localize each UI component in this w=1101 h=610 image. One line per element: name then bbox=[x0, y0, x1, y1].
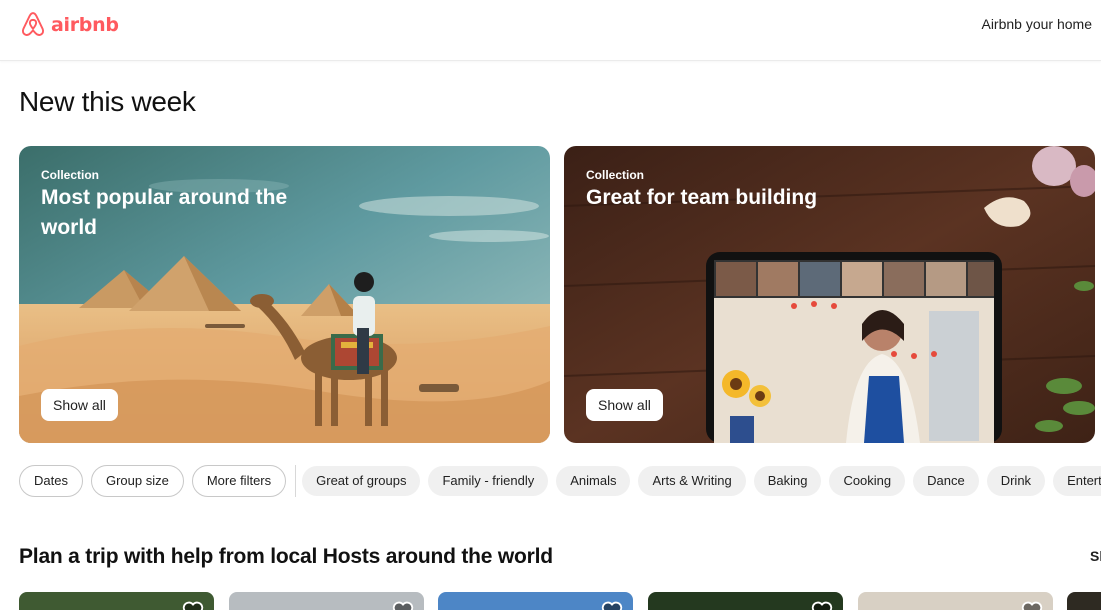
dates-filter-button[interactable]: Dates bbox=[19, 464, 83, 497]
airbnb-logo[interactable]: airbnb bbox=[19, 9, 119, 40]
filter-bar: Dates Group size More filters Great of g… bbox=[19, 464, 1101, 497]
group-size-filter-button[interactable]: Group size bbox=[90, 464, 184, 497]
category-chip[interactable]: Drink bbox=[986, 465, 1046, 496]
show-all-button[interactable]: Show all bbox=[41, 389, 118, 421]
category-chip[interactable]: Arts & Writing bbox=[638, 465, 746, 496]
category-chip[interactable]: Entertainment bbox=[1053, 465, 1101, 496]
category-chip[interactable]: Great of groups bbox=[302, 465, 421, 496]
logo-wordmark: airbnb bbox=[51, 13, 119, 36]
card-eyebrow: Collection bbox=[586, 168, 645, 182]
experience-card[interactable] bbox=[229, 592, 424, 610]
card-title: Great for team building bbox=[586, 186, 818, 209]
airbnb-your-home-link[interactable]: Airbnb your home bbox=[981, 16, 1092, 32]
heart-icon[interactable] bbox=[811, 600, 833, 610]
category-chip[interactable]: Cooking bbox=[829, 465, 906, 496]
heart-icon[interactable] bbox=[392, 600, 414, 610]
card-eyebrow: Collection bbox=[41, 168, 100, 182]
category-chip[interactable]: Baking bbox=[753, 465, 822, 496]
experience-card[interactable] bbox=[648, 592, 843, 610]
heart-icon[interactable] bbox=[1021, 600, 1043, 610]
experience-card[interactable] bbox=[19, 592, 214, 610]
heart-icon[interactable] bbox=[182, 600, 204, 610]
show-all-link[interactable]: Sh bbox=[1090, 548, 1101, 564]
category-chip[interactable]: Family - friendly bbox=[428, 465, 549, 496]
top-header: airbnb Airbnb your home bbox=[0, 0, 1101, 61]
section-title-new-this-week: New this week bbox=[19, 86, 196, 117]
experience-card[interactable] bbox=[858, 592, 1053, 610]
airbnb-logo-icon bbox=[21, 12, 45, 36]
collection-card-team-building[interactable]: Collection Great for team building Show … bbox=[564, 146, 1095, 443]
filter-divider bbox=[295, 464, 297, 497]
show-all-button[interactable]: Show all bbox=[586, 389, 663, 421]
category-chip[interactable]: Animals bbox=[556, 465, 631, 496]
collection-card-popular[interactable]: Collection Most popular around the world… bbox=[19, 146, 550, 443]
experience-card[interactable] bbox=[1067, 592, 1101, 610]
more-filters-button[interactable]: More filters bbox=[191, 464, 287, 497]
category-chip[interactable]: Dance bbox=[913, 465, 979, 496]
experience-card[interactable] bbox=[438, 592, 633, 610]
heart-icon[interactable] bbox=[601, 600, 623, 610]
card-title: Most popular around the world bbox=[41, 186, 288, 239]
section-title-plan-a-trip: Plan a trip with help from local Hosts a… bbox=[19, 545, 553, 568]
